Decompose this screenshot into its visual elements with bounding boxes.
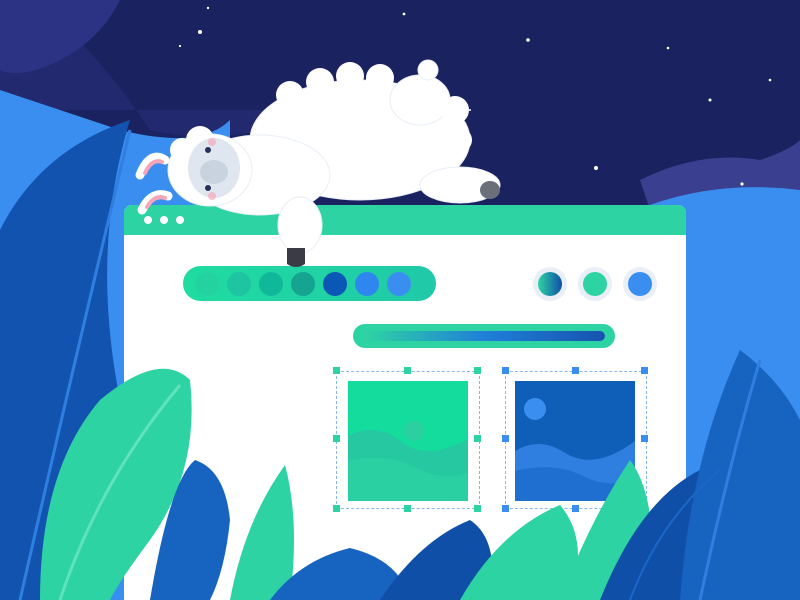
foliage-foreground [0, 120, 800, 600]
